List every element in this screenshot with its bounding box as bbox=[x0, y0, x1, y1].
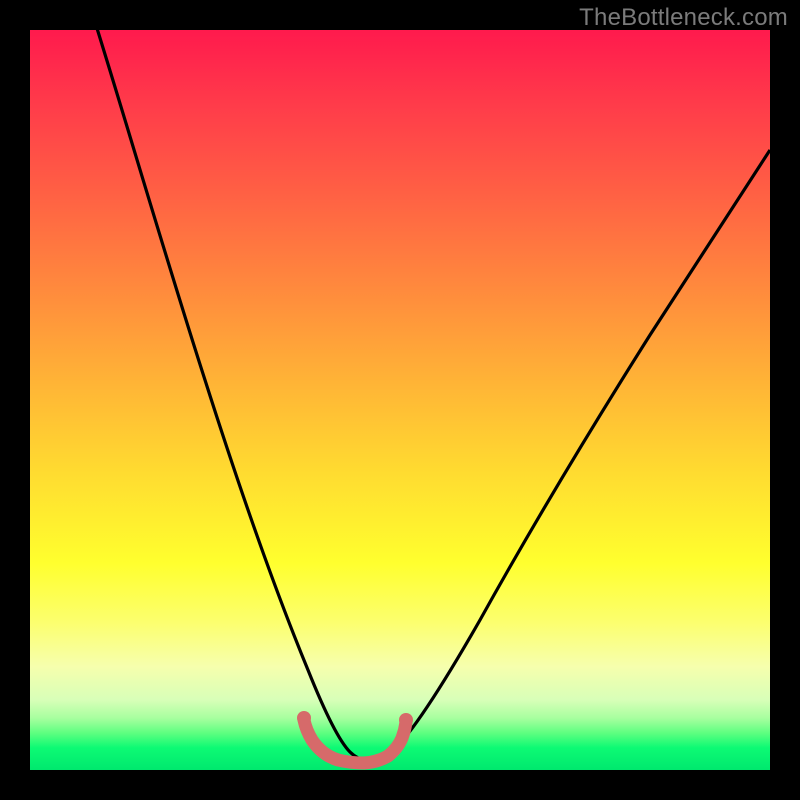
chart-frame: TheBottleneck.com bbox=[0, 0, 800, 800]
plot-area bbox=[30, 30, 770, 770]
minimum-marker bbox=[304, 720, 406, 763]
marker-dot-left bbox=[297, 711, 311, 725]
curve-path bbox=[85, 0, 770, 761]
bottleneck-curve bbox=[30, 30, 770, 770]
watermark-label: TheBottleneck.com bbox=[579, 4, 788, 32]
marker-dot-right bbox=[399, 713, 413, 727]
